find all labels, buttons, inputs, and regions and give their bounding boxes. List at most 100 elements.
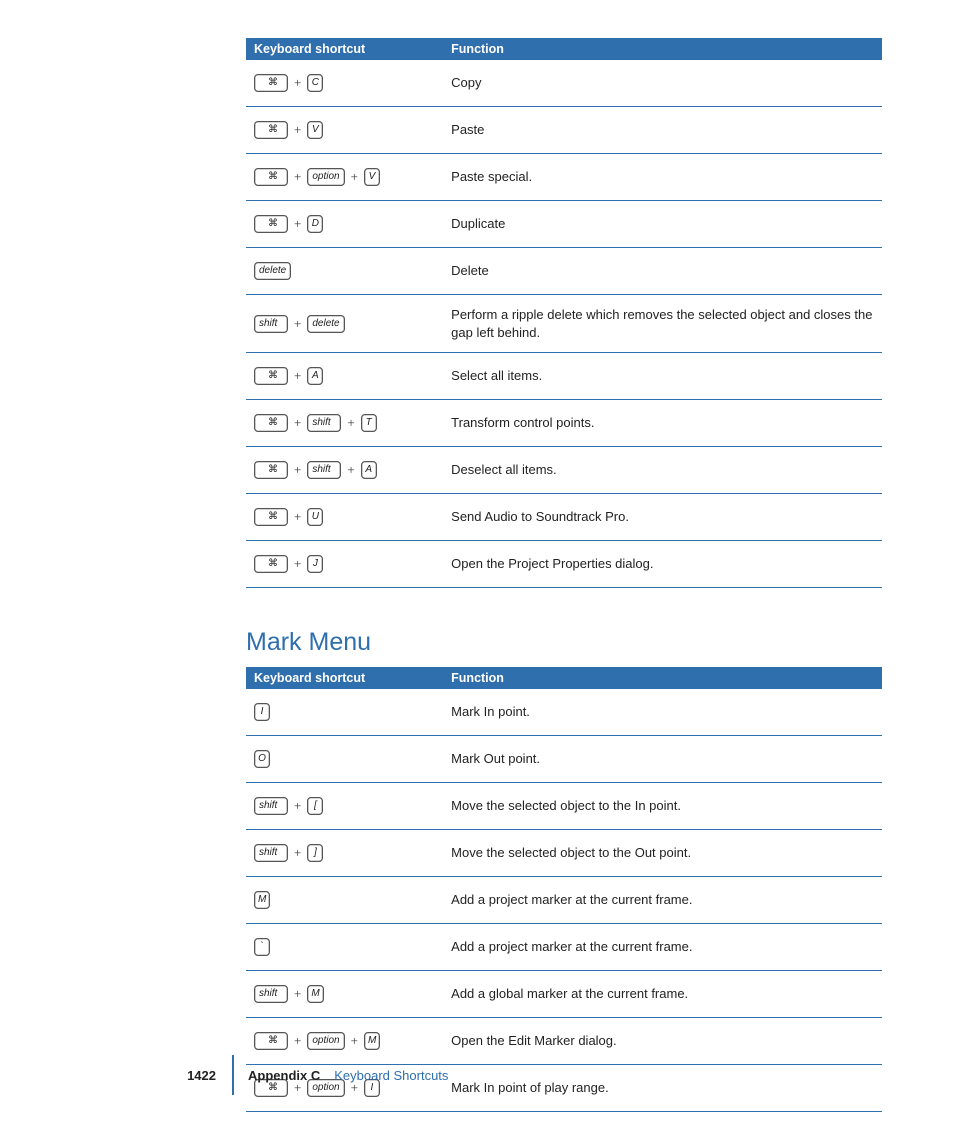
plus-icon: + [293, 555, 302, 573]
key-cmd: ⌘ [254, 555, 288, 573]
shortcut-cell: O [246, 736, 443, 783]
function-cell: Select all items. [443, 353, 882, 400]
page-number: 1422 [0, 1068, 232, 1083]
plus-icon: + [293, 315, 302, 333]
key-delete: delete [254, 262, 291, 280]
function-cell: Open the Project Properties dialog. [443, 541, 882, 588]
shortcut-cell: ⌘ + option + V [246, 154, 443, 201]
key-A: A [361, 461, 377, 479]
function-cell: Delete [443, 248, 882, 295]
plus-icon: + [350, 1032, 359, 1050]
key-shift: shift [254, 797, 288, 815]
key-O: O [254, 750, 270, 768]
col-function: Function [443, 38, 882, 60]
key-option: option [307, 168, 344, 186]
key-cmd: ⌘ [254, 508, 288, 526]
table-row: ⌘+ASelect all items. [246, 353, 882, 400]
function-cell: Send Audio to Soundtrack Pro. [443, 494, 882, 541]
key-A: A [307, 367, 323, 385]
key-U: U [307, 508, 323, 526]
key-cmd: ⌘ [254, 215, 288, 233]
shortcut-cell: ` [246, 924, 443, 971]
table-row: O Mark Out point. [246, 736, 882, 783]
shortcut-cell: M [246, 877, 443, 924]
key-V: V [307, 121, 323, 139]
table-row: ⌘+CCopy [246, 60, 882, 107]
plus-icon: + [293, 844, 302, 862]
key-shift: shift [254, 315, 288, 333]
key-cmd: ⌘ [254, 168, 288, 186]
table-row: ⌘ + U Send Audio to Soundtrack Pro. [246, 494, 882, 541]
footer-appendix: Appendix C [248, 1068, 320, 1083]
key-V: V [364, 168, 380, 186]
plus-icon: + [293, 1032, 302, 1050]
table-row: ⌘ + option + V Paste special. [246, 154, 882, 201]
function-cell: Paste special. [443, 154, 882, 201]
function-cell: Deselect all items. [443, 447, 882, 494]
function-cell: Mark In point. [443, 689, 882, 736]
table-header: Keyboard shortcut Function [246, 38, 882, 60]
key-C: C [307, 74, 323, 92]
function-cell: Mark Out point. [443, 736, 882, 783]
key-cmd: ⌘ [254, 367, 288, 385]
table-row: ⌘+shift+ADeselect all items. [246, 447, 882, 494]
table-row: I Mark In point. [246, 689, 882, 736]
shortcut-cell: ⌘+C [246, 60, 443, 107]
shortcut-cell: ⌘ + shift + T [246, 400, 443, 447]
plus-icon: + [293, 797, 302, 815]
page-footer: 1422 Appendix C Keyboard Shortcuts [0, 1055, 954, 1095]
key-cmd: ⌘ [254, 414, 288, 432]
table-row: shift + delete Perform a ripple delete whic… [246, 295, 882, 353]
table-row: shift + M Add a global marker at the curren… [246, 971, 882, 1018]
shortcut-cell: ⌘+D [246, 201, 443, 248]
table-row: MAdd a project marker at the current fra… [246, 877, 882, 924]
key-I: I [254, 703, 270, 721]
key-option: option [307, 1032, 344, 1050]
key-T: T [361, 414, 377, 432]
plus-icon: + [293, 461, 302, 479]
key-M: M [364, 1032, 380, 1050]
function-cell: Add a project marker at the current fram… [443, 877, 882, 924]
key-M: M [307, 985, 323, 1003]
plus-icon: + [346, 414, 355, 432]
plus-icon: + [293, 121, 302, 139]
key-shift: shift [254, 985, 288, 1003]
shortcut-cell: ⌘ + V [246, 107, 443, 154]
plus-icon: + [293, 985, 302, 1003]
shortcut-cell: shift+] [246, 830, 443, 877]
shortcut-cell: shift + delete [246, 295, 443, 353]
key-shift: shift [307, 461, 341, 479]
shortcut-cell: shift+[ [246, 783, 443, 830]
table-row: `Add a project marker at the current fra… [246, 924, 882, 971]
function-cell: Paste [443, 107, 882, 154]
col-function: Function [443, 667, 882, 689]
key-D: D [307, 215, 323, 233]
function-cell: Add a global marker at the current frame… [443, 971, 882, 1018]
key-cmd: ⌘ [254, 121, 288, 139]
function-cell: Perform a ripple delete which removes th… [443, 295, 882, 353]
key-delete: delete [307, 315, 344, 333]
shortcut-cell: ⌘+shift+A [246, 447, 443, 494]
table-row: shift+]Move the selected object to the O… [246, 830, 882, 877]
plus-icon: + [293, 414, 302, 432]
table-row: delete Delete [246, 248, 882, 295]
key-cmd: ⌘ [254, 74, 288, 92]
col-shortcut: Keyboard shortcut [246, 38, 443, 60]
key-shift: shift [307, 414, 341, 432]
function-cell: Transform control points. [443, 400, 882, 447]
function-cell: Copy [443, 60, 882, 107]
shortcuts-table-1: Keyboard shortcut Function ⌘+CCopy⌘+VPas… [246, 38, 882, 588]
footer-title: Keyboard Shortcuts [334, 1068, 448, 1083]
shortcut-cell: ⌘+A [246, 353, 443, 400]
shortcut-cell: ⌘ + U [246, 494, 443, 541]
key-]: ] [307, 844, 323, 862]
table-row: shift+[Move the selected object to the I… [246, 783, 882, 830]
plus-icon: + [346, 461, 355, 479]
key-J: J [307, 555, 323, 573]
plus-icon: + [293, 168, 302, 186]
plus-icon: + [293, 508, 302, 526]
table-row: ⌘ + J Open the Project Properties dialog. [246, 541, 882, 588]
table-row: ⌘+DDuplicate [246, 201, 882, 248]
function-cell: Add a project marker at the current fram… [443, 924, 882, 971]
plus-icon: + [350, 168, 359, 186]
